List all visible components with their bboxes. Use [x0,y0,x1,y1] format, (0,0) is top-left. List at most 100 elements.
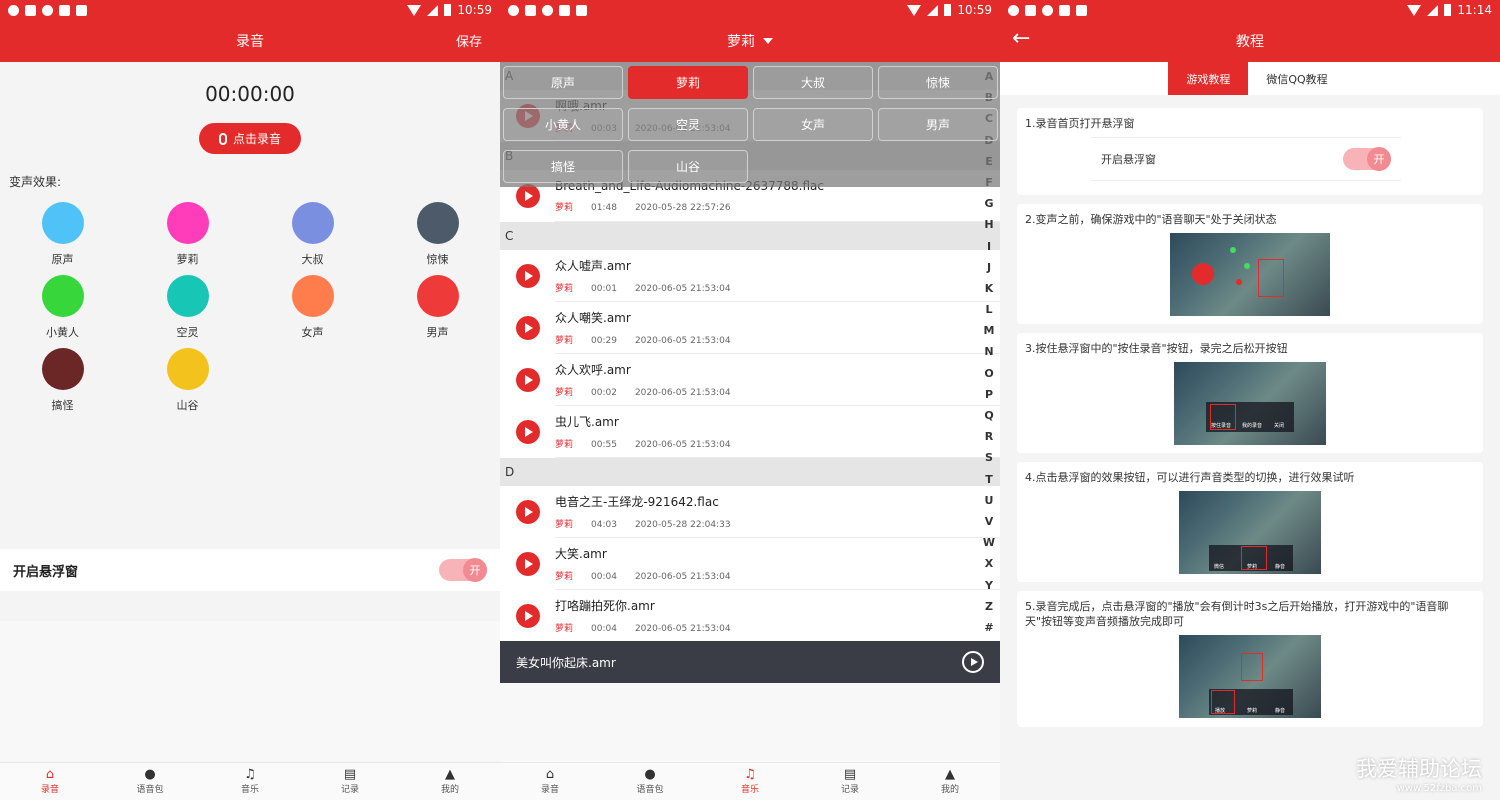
effect-avatar-icon [291,275,334,317]
nav-item[interactable]: ♫ 音乐 [200,763,300,800]
effect-item[interactable]: 空灵 [125,275,250,340]
effect-chip[interactable]: 原声 [503,66,623,99]
track-meta: 萝莉 04:03 2020-05-28 22:04:33 [555,517,1000,530]
index-letter[interactable]: Y [985,579,993,600]
effect-item[interactable]: 搞怪 [0,348,125,413]
effect-item[interactable]: 萝莉 [125,202,250,267]
nav-item[interactable]: ⌂ 录音 [0,763,100,800]
index-letter[interactable]: G [984,197,993,218]
nav-label: 音乐 [240,785,259,795]
nav-item[interactable]: ● 语音包 [100,763,200,800]
text-icon [1076,4,1087,16]
track-duration: 04:03 [591,520,617,530]
close-box-icon [559,4,570,16]
effect-chip[interactable]: 惊悚 [878,66,998,99]
index-letter[interactable]: H [984,218,993,239]
record-button[interactable]: 点击录音 [199,123,301,154]
android-icon [508,4,519,16]
status-icons [1008,4,1087,16]
card-text: 3.按住悬浮窗中的"按住录音"按钮，录完之后松开按钮 [1025,342,1288,355]
list-item[interactable]: 众人嘘声.amr 萝莉 00:01 2020-06-05 21:53:04 [500,250,1000,302]
tab-game[interactable]: 游戏教程 [1168,62,1249,95]
index-letter[interactable]: S [985,451,993,472]
effect-chip[interactable]: 空灵 [628,108,748,141]
app-icon [542,4,553,16]
list-item[interactable]: 虫儿飞.amr 萝莉 00:55 2020-06-05 21:53:04 [500,406,1000,458]
effect-item[interactable]: 男声 [375,275,500,340]
index-letter[interactable]: K [985,282,994,303]
mic-icon [1192,263,1214,285]
effect-chip[interactable]: 小黄人 [503,108,623,141]
nav-item[interactable]: ● 语音包 [600,763,700,800]
nav-item[interactable]: ♫ 音乐 [700,763,800,800]
list-item[interactable]: 大笑.amr 萝莉 00:04 2020-06-05 21:53:04 [500,538,1000,590]
close-box-icon [1059,4,1070,16]
effect-chip[interactable]: 女声 [753,108,873,141]
track-date: 2020-05-28 22:04:33 [634,520,731,530]
index-letter[interactable]: R [985,430,993,451]
nav-item[interactable]: ⌂ 录音 [500,763,600,800]
index-letter[interactable]: Q [984,409,993,430]
effect-item[interactable]: 山谷 [125,348,250,413]
effect-label: 萝莉 [176,253,199,266]
effect-item[interactable]: 大叔 [250,202,375,267]
index-letter[interactable]: U [985,494,994,515]
index-letter[interactable]: N [984,345,993,366]
effect-chip[interactable]: 男声 [878,108,998,141]
back-arrow-icon[interactable]: ← [1012,26,1030,51]
effect-dropdown[interactable]: 萝莉 [727,31,755,51]
play-icon[interactable] [516,316,540,340]
list-item[interactable]: 众人嘲笑.amr 萝莉 00:29 2020-06-05 21:53:04 [500,302,1000,354]
nav-item[interactable]: ▤ 记录 [800,763,900,800]
index-letter[interactable]: L [985,303,992,324]
effect-item[interactable]: 女声 [250,275,375,340]
play-icon[interactable] [962,651,984,673]
nav-icon: ♫ [744,767,756,782]
nav-item[interactable]: ▤ 记录 [300,763,400,800]
index-letter[interactable]: Z [985,600,993,621]
effect-chip[interactable]: 山谷 [628,150,748,183]
play-icon[interactable] [516,420,540,444]
save-button[interactable]: 保存 [456,31,482,50]
effect-chip[interactable]: 搞怪 [503,150,623,183]
index-letter[interactable]: O [984,367,993,388]
float-window-toggle[interactable]: 开 [439,558,487,582]
track-date: 2020-06-05 21:53:04 [634,336,731,346]
play-icon[interactable] [516,604,540,628]
index-letter[interactable]: V [985,515,994,536]
play-icon[interactable] [516,184,540,208]
index-letter[interactable]: # [984,621,993,642]
effect-chip[interactable]: 大叔 [753,66,873,99]
index-letter[interactable]: I [987,240,991,261]
title-bar[interactable]: 萝莉 [500,20,1000,62]
effect-item[interactable]: 小黄人 [0,275,125,340]
mic-icon [218,132,227,145]
effect-item[interactable]: 惊悚 [375,202,500,267]
track-effect: 萝莉 [555,624,574,634]
play-icon[interactable] [516,552,540,576]
watermark-line2: www.52fzba.com [1396,783,1482,794]
index-letter[interactable]: T [985,473,993,494]
index-letter[interactable]: P [985,388,993,409]
nav-item[interactable]: ▲ 我的 [900,763,1000,800]
effect-chip[interactable]: 萝莉 [628,66,748,99]
play-icon[interactable] [516,368,540,392]
tab-wechat-qq[interactable]: 微信QQ教程 [1262,62,1331,95]
index-letter[interactable]: J [987,261,991,282]
index-letter[interactable]: X [985,557,993,578]
title-bar: ← 教程 [1000,20,1500,62]
toggle-knob: 开 [1367,147,1391,171]
play-icon[interactable] [516,264,540,288]
track-effect: 萝莉 [555,520,574,530]
play-icon[interactable] [516,500,540,524]
index-letter[interactable]: M [984,324,995,345]
track-duration: 00:04 [591,624,617,634]
list-item[interactable]: 打咯蹦拍死你.amr 萝莉 00:04 2020-06-05 21:53:04 [500,590,1000,642]
effect-item[interactable]: 原声 [0,202,125,267]
list-item[interactable]: 众人欢呼.amr 萝莉 00:02 2020-06-05 21:53:04 [500,354,1000,406]
index-letter[interactable]: W [983,536,995,557]
list-item-info: 电音之王-王绎龙-921642.flac 萝莉 04:03 2020-05-28 22… [555,486,1000,538]
blank-area [0,621,500,761]
nav-item[interactable]: ▲ 我的 [400,763,500,800]
list-item[interactable]: 电音之王-王绎龙-921642.flac 萝莉 04:03 2020-05-28 22… [500,486,1000,538]
